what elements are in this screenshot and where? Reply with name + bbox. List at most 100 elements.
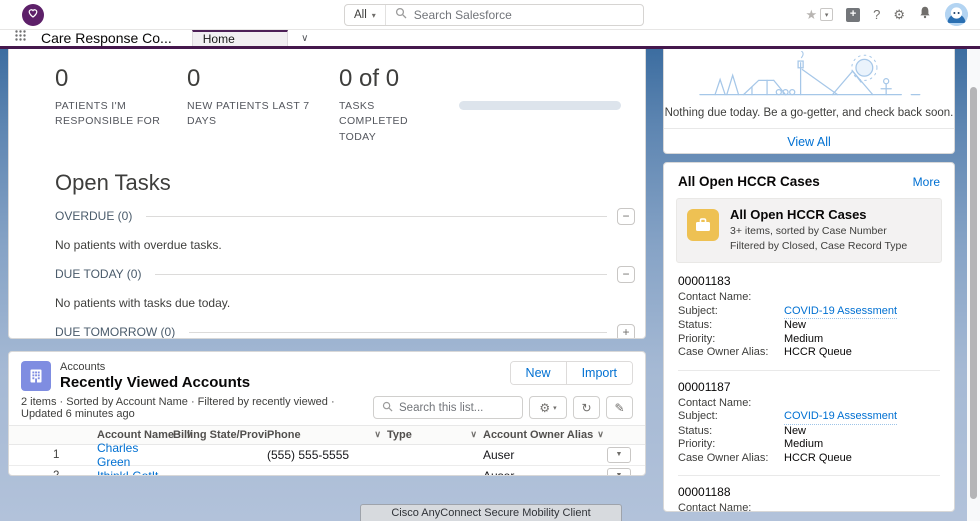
list-view-summary[interactable]: All Open HCCR Cases 3+ items, sorted by … bbox=[676, 198, 942, 264]
column-header-type[interactable]: Type ∨ bbox=[387, 429, 483, 441]
org-logo bbox=[22, 3, 44, 26]
tab-home[interactable]: Home bbox=[191, 30, 288, 46]
list-toolbar: 2 items · Sorted by Account Name · Filte… bbox=[9, 393, 645, 425]
search-scope-dropdown[interactable]: All ▾ bbox=[345, 5, 386, 25]
search-field bbox=[386, 6, 643, 24]
account-name-link[interactable]: IthinkI GotIt bbox=[97, 469, 158, 475]
column-header-billing-state[interactable]: Billing State/Provin... ∨ bbox=[173, 429, 267, 441]
column-header-phone[interactable]: Phone ∨ bbox=[267, 429, 387, 441]
caret-down-icon: ▾ bbox=[371, 10, 376, 20]
row-actions-button[interactable]: ▼ bbox=[607, 446, 631, 463]
open-tasks-title: Open Tasks bbox=[55, 169, 171, 195]
column-label: Account Owner Alias bbox=[483, 428, 594, 441]
view-all-link[interactable]: View All bbox=[664, 129, 954, 153]
caret-down-icon: ▼ bbox=[615, 472, 623, 476]
field-label: Priority: bbox=[678, 438, 716, 451]
section-label: DUE TOMORROW (0) bbox=[55, 325, 176, 339]
empty-state-illustration bbox=[664, 51, 954, 103]
field-label: Subject: bbox=[678, 410, 718, 423]
section-empty-text: No patients with tasks due today. bbox=[55, 295, 231, 310]
list-action-buttons: New Import bbox=[509, 361, 633, 385]
tab-menu-button[interactable]: ∨ bbox=[288, 30, 322, 46]
field-label: Contact Name: bbox=[678, 502, 752, 512]
row-actions-button[interactable]: ▼ bbox=[607, 467, 631, 476]
list-view-title[interactable]: Recently Viewed Accounts bbox=[60, 374, 250, 393]
search-icon bbox=[382, 399, 393, 417]
metric-patients-responsible: 0 PATIENTS I'M RESPONSIBLE FOR bbox=[55, 65, 187, 146]
favorites-list-button[interactable]: ▾ bbox=[820, 8, 834, 21]
account-name-link[interactable]: Charles Green bbox=[97, 441, 138, 469]
case-number-link[interactable]: 00001183 bbox=[678, 274, 940, 288]
section-header: OVERDUE (0) − bbox=[55, 207, 635, 225]
column-label: Account Name bbox=[97, 428, 175, 441]
page-scrollbar bbox=[967, 49, 980, 521]
list-view-meta-2: Filtered by Closed, Case Record Type bbox=[730, 240, 908, 253]
status-value: New bbox=[784, 424, 807, 437]
help-button[interactable]: ? bbox=[873, 8, 880, 21]
field-label: Status: bbox=[678, 319, 713, 332]
list-view-meta-1: 3+ items, sorted by Case Number bbox=[730, 224, 887, 237]
import-button[interactable]: Import bbox=[565, 362, 632, 384]
case-number-link[interactable]: 00001188 bbox=[678, 485, 940, 499]
background-window-titlebar[interactable]: Cisco AnyConnect Secure Mobility Client bbox=[360, 504, 622, 521]
chevron-down-icon[interactable]: ∨ bbox=[466, 429, 483, 440]
cases-list: 00001183 Contact Name: Subject: COVID-19 … bbox=[664, 263, 954, 512]
expand-section-button[interactable]: + bbox=[617, 323, 635, 338]
column-header-owner-alias[interactable]: Account Owner Alias ∨ bbox=[483, 429, 604, 441]
empty-state-text: Nothing due today. Be a go-getter, and c… bbox=[664, 107, 954, 119]
chevron-down-icon[interactable]: ∨ bbox=[370, 429, 387, 440]
section-label: OVERDUE (0) bbox=[55, 209, 133, 224]
user-avatar[interactable] bbox=[945, 3, 968, 26]
column-label: Type bbox=[387, 428, 412, 441]
collapse-section-button[interactable]: − bbox=[617, 207, 635, 225]
metrics-row: 0 PATIENTS I'M RESPONSIBLE FOR 0 NEW PAT… bbox=[9, 49, 645, 146]
search-icon bbox=[395, 6, 407, 24]
chevron-down-icon[interactable]: ∨ bbox=[593, 429, 610, 440]
notifications-button[interactable] bbox=[918, 5, 932, 24]
plus-icon: + bbox=[849, 8, 857, 20]
field-label: Contact Name: bbox=[678, 291, 752, 304]
global-search-input[interactable] bbox=[413, 8, 634, 22]
owner-alias-value: HCCR Queue bbox=[784, 346, 852, 359]
setup-button[interactable]: ⚙ bbox=[893, 8, 905, 21]
case-number-link[interactable]: 00001187 bbox=[678, 380, 940, 394]
favorite-star-icon[interactable]: ★ bbox=[805, 8, 817, 21]
list-controls: ⚙ ▾ ↻ ✎ bbox=[373, 396, 633, 420]
subject-link[interactable]: COVID-19 Assessment bbox=[784, 410, 898, 425]
section-label: DUE TODAY (0) bbox=[55, 267, 142, 282]
more-link[interactable]: More bbox=[913, 175, 940, 189]
metric-new-patients: 0 NEW PATIENTS LAST 7 DAYS bbox=[187, 65, 339, 146]
main-column: 0 PATIENTS I'M RESPONSIBLE FOR 0 NEW PAT… bbox=[8, 49, 646, 521]
list-search-box bbox=[373, 396, 523, 420]
refresh-icon: ↻ bbox=[581, 400, 592, 415]
subject-link[interactable]: COVID-19 Assessment bbox=[784, 305, 898, 320]
window-title: Cisco AnyConnect Secure Mobility Client bbox=[391, 507, 591, 519]
field-label: Status: bbox=[678, 424, 713, 437]
pencil-icon: ✎ bbox=[614, 400, 625, 415]
question-mark-icon: ? bbox=[873, 7, 881, 22]
field-label: Case Owner Alias: bbox=[678, 451, 769, 464]
phone-cell: (555) 555-5555 bbox=[267, 447, 350, 462]
global-actions-button[interactable]: + bbox=[846, 7, 861, 22]
column-header-account-name[interactable]: Account Name ↑ ∨ bbox=[97, 428, 193, 441]
section-divider bbox=[189, 331, 607, 333]
favorites-control: ★ ▾ bbox=[805, 8, 834, 21]
edit-button[interactable]: ✎ bbox=[606, 396, 633, 420]
caret-down-icon: ▼ bbox=[615, 451, 623, 459]
app-name[interactable]: Care Response Co... bbox=[41, 30, 172, 46]
owner-alias-cell: Auser bbox=[483, 468, 515, 476]
section-header: DUE TODAY (0) − bbox=[55, 265, 635, 283]
status-value: New bbox=[784, 319, 807, 332]
list-settings-button[interactable]: ⚙ ▾ bbox=[529, 396, 567, 420]
gear-icon: ⚙ bbox=[539, 400, 551, 415]
section-divider bbox=[146, 215, 607, 217]
card-header: All Open HCCR Cases More bbox=[664, 163, 954, 198]
collapse-section-button[interactable]: − bbox=[617, 265, 635, 283]
list-search-input[interactable] bbox=[399, 401, 514, 414]
app-launcher-button[interactable] bbox=[14, 30, 27, 46]
refresh-button[interactable]: ↻ bbox=[573, 396, 600, 420]
table-row[interactable]: 1 Charles Green (555) 555-5555 Auser ▼ bbox=[9, 441, 645, 469]
scrollbar-thumb[interactable] bbox=[970, 87, 977, 499]
new-button[interactable]: New bbox=[510, 362, 566, 384]
field-label: Subject: bbox=[678, 304, 718, 317]
